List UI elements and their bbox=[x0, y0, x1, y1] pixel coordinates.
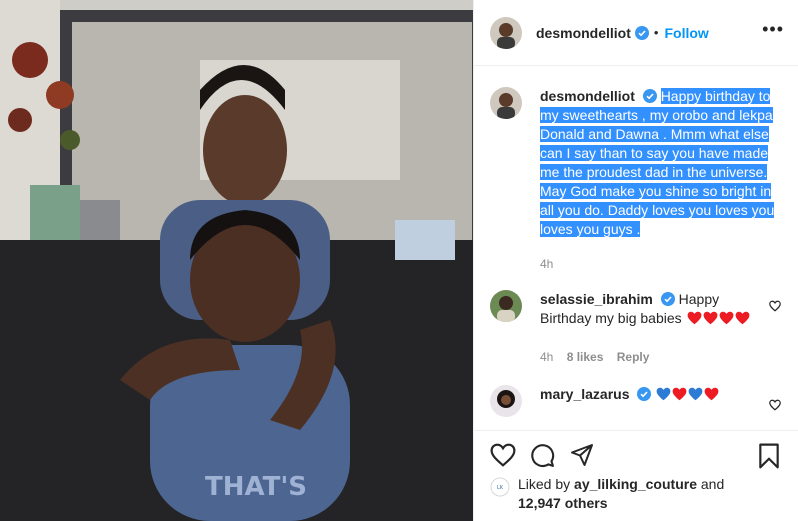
caption-line: loves you guys . bbox=[540, 221, 641, 237]
commenter-avatar[interactable] bbox=[490, 290, 522, 322]
reply-button[interactable]: Reply bbox=[617, 350, 650, 364]
comment-meta: 4h 8 likes Reply bbox=[540, 348, 750, 367]
svg-text:THAT'S: THAT'S bbox=[205, 472, 307, 502]
comment-like-heart-icon[interactable] bbox=[769, 399, 781, 411]
heart-emojis bbox=[686, 310, 750, 326]
verified-badge-icon bbox=[637, 387, 652, 401]
likes-summary: LK Liked by ay_lilking_couture and 12,94… bbox=[490, 475, 790, 513]
liked-by-others[interactable]: 12,947 others bbox=[518, 495, 608, 511]
liker-avatar[interactable]: LK bbox=[490, 477, 510, 497]
liked-by-user[interactable]: ay_lilking_couture bbox=[574, 476, 697, 492]
comment-item: mary_lazarus bbox=[490, 385, 783, 417]
caption-line: Happy birthday to bbox=[660, 88, 771, 104]
caption-line: me the proudest dad in the universe. bbox=[540, 164, 768, 180]
red-heart-icon bbox=[719, 311, 733, 325]
comment-time[interactable]: 4h bbox=[540, 350, 553, 364]
comment-body: selassie_ibrahim Happy Birthday my big b… bbox=[540, 290, 750, 367]
caption-line: May God make you shine so bright in bbox=[540, 183, 772, 199]
verified-badge-icon bbox=[642, 89, 657, 103]
red-heart-icon bbox=[735, 311, 749, 325]
liked-by-and: and bbox=[700, 476, 725, 492]
caption-meta: 4h bbox=[540, 255, 783, 274]
save-bookmark-icon[interactable] bbox=[758, 443, 780, 469]
red-heart-icon bbox=[687, 311, 701, 325]
post-image: THAT'S bbox=[0, 0, 473, 521]
author-avatar[interactable] bbox=[490, 16, 522, 49]
author-username[interactable]: desmondelliot bbox=[536, 25, 631, 41]
more-options-icon[interactable]: ••• bbox=[762, 20, 784, 38]
comment-body: mary_lazarus bbox=[540, 385, 750, 417]
post-photo[interactable]: THAT'S bbox=[0, 0, 473, 521]
caption-line: Donald and Dawna . Mmm what else bbox=[540, 126, 769, 142]
comments-list[interactable]: desmondelliot Happy birthday to my sweet… bbox=[474, 67, 798, 430]
caption-line: my sweethearts , my orobo and lekpa bbox=[540, 107, 773, 123]
blue-heart-icon bbox=[656, 387, 671, 401]
comment-likes[interactable]: 8 likes bbox=[567, 350, 604, 364]
like-heart-icon[interactable] bbox=[490, 443, 516, 467]
instagram-post: THAT'S desmondelliot • Follow ••• desmon… bbox=[0, 0, 798, 521]
red-heart-icon bbox=[704, 387, 719, 401]
caption-line: all you do. Daddy loves you loves you bbox=[540, 202, 775, 218]
commenter-avatar[interactable] bbox=[490, 385, 522, 417]
blue-heart-icon bbox=[688, 387, 703, 401]
verified-badge-icon bbox=[660, 292, 675, 306]
verified-badge-icon bbox=[634, 25, 649, 40]
share-icon[interactable] bbox=[570, 443, 594, 467]
comment-icon[interactable] bbox=[530, 443, 555, 468]
caption-username[interactable]: desmondelliot bbox=[540, 88, 635, 104]
likes-text: Liked by ay_lilking_couture and 12,947 o… bbox=[518, 475, 724, 513]
commenter-username[interactable]: selassie_ibrahim bbox=[540, 291, 653, 307]
caption-avatar[interactable] bbox=[490, 87, 522, 119]
red-heart-icon bbox=[703, 311, 717, 325]
comment-like-heart-icon[interactable] bbox=[769, 300, 781, 312]
liked-by-prefix: Liked by bbox=[518, 476, 571, 492]
follow-button[interactable]: Follow bbox=[664, 25, 708, 41]
caption-item: desmondelliot Happy birthday to my sweet… bbox=[490, 87, 783, 274]
post-side-panel: desmondelliot • Follow ••• desmondelliot… bbox=[473, 0, 798, 521]
caption-body: desmondelliot Happy birthday to my sweet… bbox=[540, 87, 783, 274]
commenter-username[interactable]: mary_lazarus bbox=[540, 386, 630, 402]
header-separator: • bbox=[653, 25, 659, 40]
caption-time[interactable]: 4h bbox=[540, 257, 553, 271]
post-header: desmondelliot • Follow ••• bbox=[474, 0, 798, 66]
caption-line: can I say than to say you have made bbox=[540, 145, 769, 161]
comment-item: selassie_ibrahim Happy Birthday my big b… bbox=[490, 290, 783, 367]
red-heart-icon bbox=[672, 387, 687, 401]
svg-text:LK: LK bbox=[497, 485, 504, 491]
action-bar bbox=[474, 430, 798, 477]
heart-emojis bbox=[655, 386, 719, 402]
